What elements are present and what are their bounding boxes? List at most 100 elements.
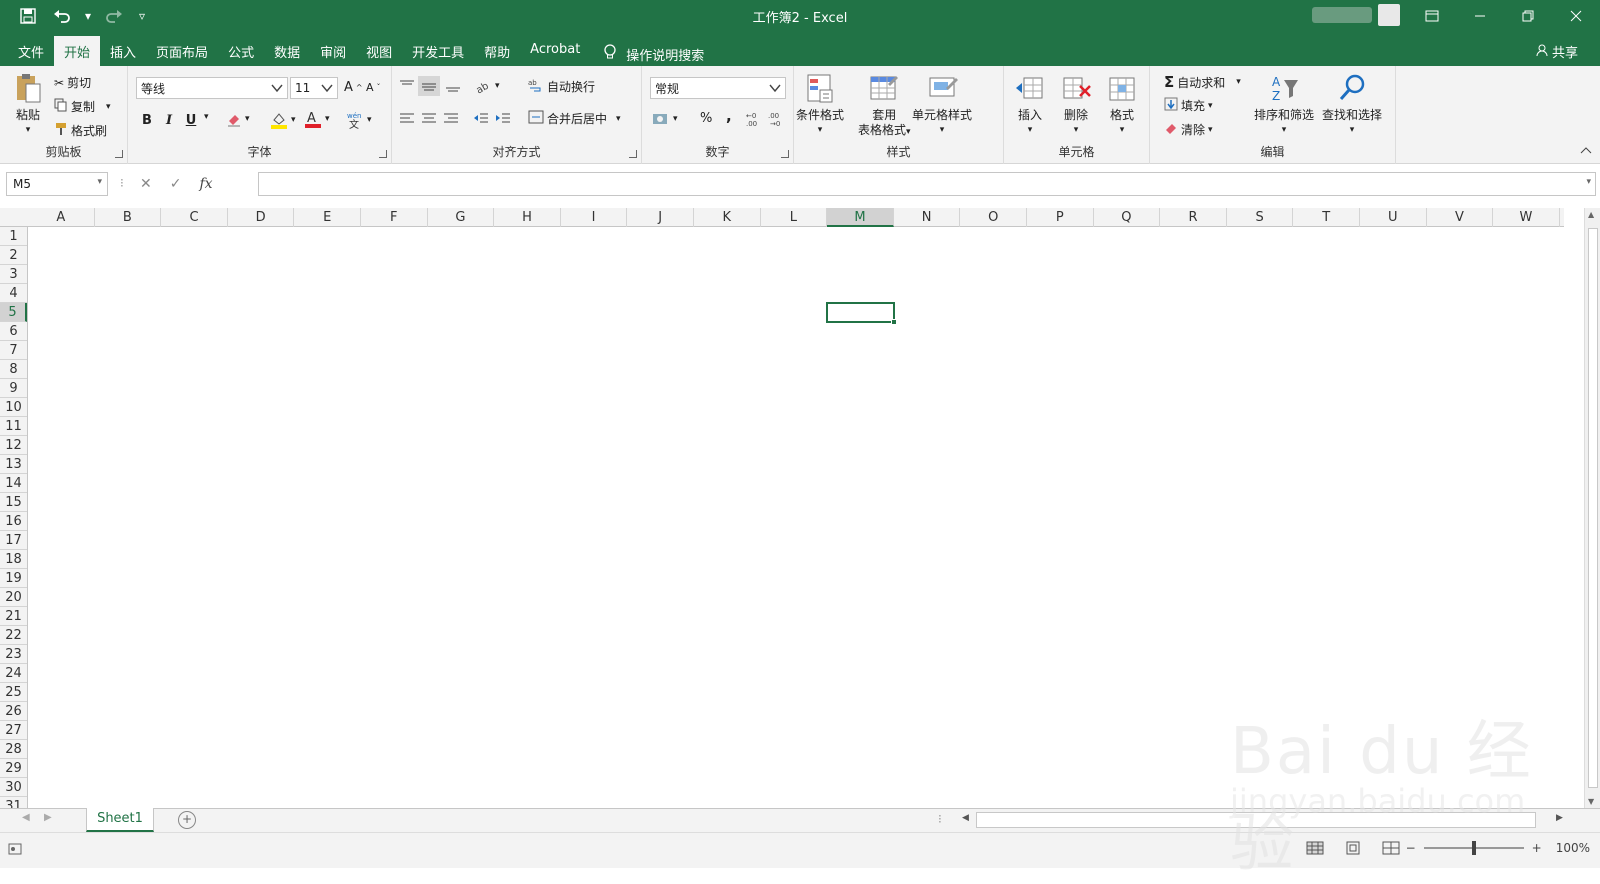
row-header-24[interactable]: 24 bbox=[0, 664, 27, 683]
macro-record-icon[interactable] bbox=[8, 842, 22, 859]
sort-filter-button[interactable]: AZ 排序和筛选 ▾ bbox=[1254, 72, 1314, 138]
row-header-19[interactable]: 19 bbox=[0, 569, 27, 588]
alignment-dialog-launcher[interactable] bbox=[629, 150, 637, 158]
row-header-9[interactable]: 9 bbox=[0, 379, 27, 398]
row-header-23[interactable]: 23 bbox=[0, 645, 27, 664]
column-header-k[interactable]: K bbox=[694, 208, 761, 227]
format-as-table-button[interactable]: 套用 表格格式▾ bbox=[858, 72, 911, 140]
tell-me-search[interactable]: 操作说明搜索 bbox=[590, 36, 714, 66]
tab-file[interactable]: 文件 bbox=[8, 36, 54, 66]
border-eraser-icon[interactable]: ▾ bbox=[226, 111, 250, 127]
enter-icon[interactable]: ✓ bbox=[170, 176, 182, 192]
row-header-4[interactable]: 4 bbox=[0, 284, 27, 303]
tab-developer[interactable]: 开发工具 bbox=[402, 36, 474, 66]
decrease-indent-icon[interactable] bbox=[472, 110, 490, 126]
tab-insert[interactable]: 插入 bbox=[100, 36, 146, 66]
percent-style-button[interactable]: % bbox=[700, 111, 712, 126]
name-box[interactable]: M5 ▾ bbox=[6, 172, 108, 196]
cell-styles-button[interactable]: 单元格样式 ▾ bbox=[912, 72, 972, 138]
row-header-28[interactable]: 28 bbox=[0, 740, 27, 759]
minimize-icon[interactable] bbox=[1456, 0, 1504, 32]
font-color-icon[interactable]: A ▾ bbox=[304, 110, 330, 128]
row-header-15[interactable]: 15 bbox=[0, 493, 27, 512]
share-button[interactable]: 共享 bbox=[1536, 42, 1578, 61]
close-icon[interactable] bbox=[1552, 0, 1600, 32]
restore-icon[interactable] bbox=[1504, 0, 1552, 32]
align-top-icon[interactable] bbox=[398, 78, 416, 94]
tab-acrobat[interactable]: Acrobat bbox=[520, 36, 590, 66]
column-header-s[interactable]: S bbox=[1227, 208, 1294, 227]
row-header-7[interactable]: 7 bbox=[0, 341, 27, 360]
row-header-13[interactable]: 13 bbox=[0, 455, 27, 474]
sheet-tab-sheet1[interactable]: Sheet1 bbox=[86, 808, 154, 832]
row-header-27[interactable]: 27 bbox=[0, 721, 27, 740]
wrap-text-button[interactable]: ab 自动换行 bbox=[528, 78, 595, 95]
row-header-26[interactable]: 26 bbox=[0, 702, 27, 721]
column-header-d[interactable]: D bbox=[228, 208, 295, 227]
row-header-11[interactable]: 11 bbox=[0, 417, 27, 436]
column-header-u[interactable]: U bbox=[1360, 208, 1427, 227]
find-select-button[interactable]: 查找和选择 ▾ bbox=[1322, 72, 1382, 138]
column-header-q[interactable]: Q bbox=[1094, 208, 1161, 227]
tab-data[interactable]: 数据 bbox=[264, 36, 310, 66]
fill-handle[interactable] bbox=[890, 319, 897, 325]
number-dialog-launcher[interactable] bbox=[781, 150, 789, 158]
column-header-n[interactable]: N bbox=[894, 208, 961, 227]
row-header-31[interactable]: 31 bbox=[0, 797, 27, 808]
row-header-17[interactable]: 17 bbox=[0, 531, 27, 550]
tab-page-layout[interactable]: 页面布局 bbox=[146, 36, 218, 66]
scroll-up-icon[interactable]: ▲ bbox=[1588, 210, 1594, 219]
account-area[interactable] bbox=[1312, 4, 1400, 26]
increase-decimal-icon[interactable]: ←0.00 bbox=[746, 111, 764, 127]
tab-split-icon[interactable]: ⁝ bbox=[938, 812, 942, 826]
column-header-a[interactable]: A bbox=[28, 208, 95, 227]
tab-home[interactable]: 开始 bbox=[54, 36, 101, 66]
prev-sheet-icon[interactable]: ◀ bbox=[22, 812, 30, 823]
format-cells-button[interactable]: 格式 ▾ bbox=[1106, 72, 1138, 138]
underline-button[interactable]: U bbox=[182, 111, 200, 129]
copy-button[interactable]: 复制 ▾ bbox=[54, 98, 111, 115]
row-header-21[interactable]: 21 bbox=[0, 607, 27, 626]
row-header-20[interactable]: 20 bbox=[0, 588, 27, 607]
collapse-ribbon-icon[interactable] bbox=[1580, 146, 1592, 154]
decrease-decimal-icon[interactable]: .00 →0 bbox=[768, 111, 786, 127]
tab-view[interactable]: 视图 bbox=[356, 36, 402, 66]
orientation-icon[interactable]: ab ▾ bbox=[474, 78, 499, 94]
row-header-30[interactable]: 30 bbox=[0, 778, 27, 797]
column-header-o[interactable]: O bbox=[960, 208, 1027, 227]
row-header-14[interactable]: 14 bbox=[0, 474, 27, 493]
column-header-r[interactable]: R bbox=[1160, 208, 1227, 227]
clipboard-dialog-launcher[interactable] bbox=[115, 150, 123, 158]
column-header-i[interactable]: I bbox=[561, 208, 628, 227]
tab-help[interactable]: 帮助 bbox=[474, 36, 520, 66]
cancel-icon[interactable]: ✕ bbox=[140, 176, 152, 192]
column-header-b[interactable]: B bbox=[95, 208, 162, 227]
row-header-10[interactable]: 10 bbox=[0, 398, 27, 417]
column-header-f[interactable]: F bbox=[361, 208, 428, 227]
active-cell[interactable] bbox=[826, 302, 897, 325]
row-header-6[interactable]: 6 bbox=[0, 322, 27, 341]
next-sheet-icon[interactable]: ▶ bbox=[44, 812, 52, 823]
delete-cells-button[interactable]: 删除 ▾ bbox=[1060, 72, 1092, 138]
expand-formula-icon[interactable]: ▾ bbox=[1586, 177, 1591, 187]
row-header-1[interactable]: 1 bbox=[0, 227, 27, 246]
row-header-29[interactable]: 29 bbox=[0, 759, 27, 778]
new-sheet-icon[interactable]: + bbox=[178, 811, 196, 829]
tab-review[interactable]: 审阅 bbox=[310, 36, 356, 66]
row-header-2[interactable]: 2 bbox=[0, 246, 27, 265]
tab-formulas[interactable]: 公式 bbox=[218, 36, 264, 66]
scroll-left-icon[interactable]: ◀ bbox=[962, 813, 969, 823]
column-header-c[interactable]: C bbox=[161, 208, 228, 227]
accounting-format-icon[interactable]: ▾ bbox=[652, 111, 678, 127]
row-header-3[interactable]: 3 bbox=[0, 265, 27, 284]
font-size-select[interactable]: 11 bbox=[290, 77, 338, 99]
clear-button[interactable]: 清除 ▾ bbox=[1164, 121, 1213, 138]
insert-function-button[interactable]: fx bbox=[199, 176, 212, 192]
column-header-e[interactable]: E bbox=[294, 208, 361, 227]
insert-cells-button[interactable]: 插入 ▾ bbox=[1014, 72, 1046, 138]
italic-button[interactable]: I bbox=[160, 111, 178, 129]
number-format-select[interactable]: 常规 bbox=[650, 77, 786, 99]
column-header-j[interactable]: J bbox=[627, 208, 694, 227]
column-header-l[interactable]: L bbox=[761, 208, 828, 227]
fill-button[interactable]: 填充 ▾ bbox=[1164, 97, 1213, 114]
